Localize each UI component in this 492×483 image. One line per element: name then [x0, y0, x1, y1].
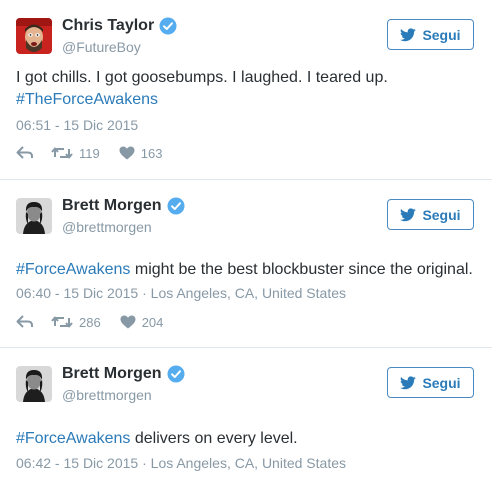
- verified-badge-icon: [167, 197, 185, 215]
- tweet-text-rest: delivers on every level.: [130, 430, 298, 447]
- tweet-text-rest: might be the best blockbuster since the …: [130, 261, 473, 278]
- display-name[interactable]: Chris Taylor: [62, 17, 154, 35]
- user-handle[interactable]: @brettmorgen: [62, 219, 152, 235]
- tweet-location[interactable]: Los Angeles, CA, United States: [151, 285, 346, 301]
- user-handle[interactable]: @brettmorgen: [62, 387, 152, 403]
- verified-badge-icon: [167, 365, 185, 383]
- retweet-count: 119: [79, 145, 100, 161]
- tweet-card: Brett Morgen @brettmorgen Segui #ForceAw…: [0, 180, 492, 348]
- reply-button[interactable]: [16, 146, 34, 160]
- twitter-bird-icon: [400, 207, 417, 221]
- tweet-text: #ForceAwakens might be the best blockbus…: [16, 259, 473, 281]
- follow-label: Segui: [422, 206, 461, 223]
- retweet-button[interactable]: 286: [51, 315, 101, 330]
- tweet-actions: 286 204: [16, 312, 163, 332]
- display-name[interactable]: Brett Morgen: [62, 197, 162, 215]
- meta-separator: ·: [138, 455, 151, 471]
- follow-label: Segui: [422, 374, 461, 391]
- follow-button[interactable]: Segui: [387, 199, 474, 230]
- like-button[interactable]: 163: [119, 145, 163, 161]
- like-count: 204: [141, 314, 164, 330]
- tweet-text: I got chills. I got goosebumps. I laughe…: [16, 67, 388, 111]
- tweet-timestamp[interactable]: 06:40 - 15 Dic 2015: [16, 285, 138, 301]
- tweet-timestamp[interactable]: 06:51 - 15 Dic 2015: [16, 117, 138, 133]
- reply-icon: [16, 146, 33, 159]
- twitter-bird-icon: [400, 27, 417, 41]
- avatar[interactable]: [16, 366, 52, 402]
- hashtag-link[interactable]: #ForceAwakens: [16, 430, 130, 447]
- follow-button[interactable]: Segui: [387, 367, 474, 398]
- tweet-timestamp[interactable]: 06:42 - 15 Dic 2015: [16, 455, 138, 471]
- meta-separator: ·: [138, 285, 151, 301]
- avatar[interactable]: [16, 18, 52, 54]
- retweet-count: 286: [79, 314, 101, 330]
- follow-button[interactable]: Segui: [387, 19, 474, 50]
- tweet-location[interactable]: Los Angeles, CA, United States: [151, 455, 346, 471]
- tweet-actions: 119 163: [16, 143, 162, 163]
- hashtag-link[interactable]: #ForceAwakens: [16, 261, 130, 278]
- display-name[interactable]: Brett Morgen: [62, 365, 162, 383]
- tweet-card: Chris Taylor @FutureBoy Segui I got chil…: [0, 0, 492, 180]
- hashtag-link[interactable]: #TheForceAwakens: [16, 91, 158, 108]
- retweet-icon: [51, 147, 73, 159]
- like-button[interactable]: 204: [120, 314, 164, 330]
- tweet-text: #ForceAwakens delivers on every level.: [16, 428, 298, 450]
- reply-icon: [16, 315, 33, 328]
- tweet-card: Brett Morgen @brettmorgen Segui #ForceAw…: [0, 348, 492, 483]
- tweet-meta: 06:42 - 15 Dic 2015 · Los Angeles, CA, U…: [16, 455, 346, 471]
- heart-icon: [119, 146, 135, 160]
- twitter-bird-icon: [400, 375, 417, 389]
- avatar[interactable]: [16, 198, 52, 234]
- tweet-meta: 06:40 - 15 Dic 2015 · Los Angeles, CA, U…: [16, 285, 346, 301]
- heart-icon: [120, 315, 136, 329]
- user-handle[interactable]: @FutureBoy: [62, 39, 141, 55]
- tweet-text-line: I got chills. I got goosebumps. I laughe…: [16, 69, 388, 86]
- verified-badge-icon: [159, 17, 177, 35]
- retweet-button[interactable]: 119: [51, 146, 100, 161]
- follow-label: Segui: [422, 26, 461, 43]
- retweet-icon: [51, 316, 73, 328]
- like-count: 163: [140, 145, 163, 161]
- reply-button[interactable]: [16, 315, 34, 329]
